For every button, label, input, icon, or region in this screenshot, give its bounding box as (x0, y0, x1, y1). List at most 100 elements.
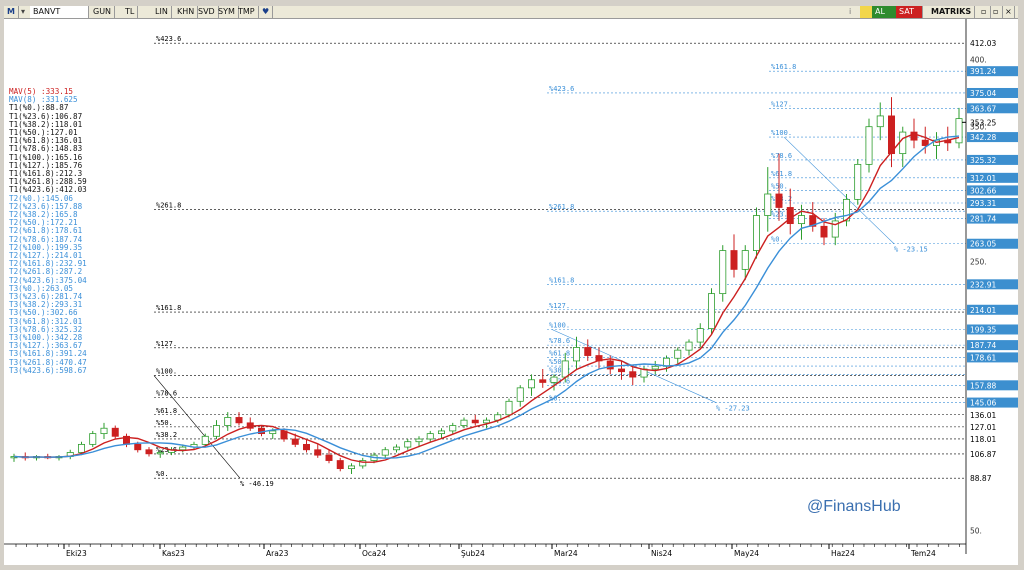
candle-body-30 (348, 465, 355, 470)
candle-body-41 (471, 419, 479, 424)
candle-body-13 (156, 452, 164, 455)
price-label-1: 391.24 (970, 67, 996, 76)
candle-body-76 (865, 126, 873, 165)
x-label-4: Şub24 (461, 549, 485, 558)
candle-body-39 (449, 425, 457, 432)
candle-body-37 (426, 433, 434, 440)
price-label-19: 136.01 (970, 411, 996, 420)
fib-label-T2-8: %161.8 (549, 276, 574, 284)
watermark: @FinansHub (807, 498, 901, 515)
price-label-9: 293.31 (970, 199, 996, 208)
candle-body-68 (775, 193, 783, 208)
x-label-3: Oca24 (362, 549, 386, 558)
fib-label-T3-0: %0. (771, 236, 784, 244)
candle-body-45 (516, 387, 524, 402)
candle-body-61 (696, 328, 704, 343)
price-label-14: 199.35 (970, 325, 996, 334)
candle-body-19 (224, 417, 232, 426)
candle-body-18 (213, 425, 220, 437)
candle-body-26 (303, 443, 310, 451)
price-label-4: 353.25 (970, 118, 996, 127)
candle-body-47 (539, 379, 547, 383)
candle-body-54 (618, 368, 625, 373)
fib-label-T2-5: %78.6 (549, 337, 570, 345)
trend-label-1: % -27.23 (716, 405, 750, 413)
candle-body-63 (719, 250, 727, 295)
candle-body-59 (674, 349, 682, 359)
price-label-18: 145.06 (970, 399, 996, 408)
x-label-8: Haz24 (831, 549, 855, 558)
period-button[interactable]: GUN (90, 6, 116, 18)
symbol-input[interactable]: BANVT (30, 6, 89, 18)
candle-body-25 (291, 438, 299, 445)
price-label-2: 375.04 (970, 89, 996, 98)
fib-label-T3-7: %127. (771, 100, 792, 108)
candle-body-48 (550, 376, 558, 383)
candle-body-28 (325, 454, 333, 461)
linear-button[interactable]: LIN (152, 6, 172, 18)
app-window: M ▾ BANVT GUN TL LIN KHN SVD SYM TMP ♥ i… (0, 0, 1024, 570)
candle-body-15 (179, 446, 187, 451)
candle-body-78 (888, 115, 895, 155)
sell-button[interactable]: SAT (896, 6, 923, 18)
tmp-button[interactable]: TMP (235, 6, 259, 18)
candle-body-7 (89, 433, 97, 445)
buy-button[interactable]: AL (872, 6, 897, 18)
trend-label-2: % -23.15 (894, 246, 928, 254)
price-label-12: 232.91 (970, 280, 996, 289)
candle-body-79 (899, 131, 907, 155)
candle-body-49 (561, 360, 569, 378)
info-icon[interactable]: i (846, 6, 861, 18)
price-label-5: 342.28 (970, 133, 996, 142)
currency-button[interactable]: TL (122, 6, 139, 18)
fib-label-T1-3: %50. (156, 419, 173, 427)
candle-body-42 (483, 419, 490, 424)
candle-body-77 (876, 115, 884, 128)
heart-icon[interactable]: ♥ (259, 6, 274, 18)
candle-body-65 (741, 250, 749, 270)
candle-body-51 (584, 347, 592, 356)
candle-body-62 (708, 293, 715, 330)
candle-body-66 (753, 215, 760, 251)
candle-body-55 (629, 371, 637, 378)
price-label-3: 363.67 (970, 104, 996, 113)
fib-label-T2-10: %423.6 (549, 85, 574, 93)
axis-tick-0: 400. (970, 55, 987, 64)
candle-body-38 (438, 430, 445, 435)
candle-body-60 (685, 341, 693, 351)
candle-body-6 (78, 443, 85, 453)
fib-label-T1-6: %100. (156, 368, 177, 376)
x-label-7: May24 (734, 549, 759, 558)
price-chart[interactable]: %0. %23.6 %38.2 %50. %61.8 %78.6 %100. %127. %16… (4, 19, 1018, 565)
fib-label-T3-4: %61.8 (771, 170, 792, 178)
candle-body-67 (764, 193, 772, 216)
price-label-10: 281.74 (970, 215, 996, 224)
price-label-0: 412.03 (970, 39, 996, 48)
close-icon[interactable]: × (1002, 6, 1015, 18)
axis-tick-2: 250. (970, 257, 987, 266)
chart-toolbar: M ▾ BANVT GUN TL LIN KHN SVD SYM TMP ♥ i… (4, 6, 1018, 19)
fib-label-T1-4: %61.8 (156, 407, 177, 415)
candle-body-81 (921, 139, 929, 146)
candle-body-29 (336, 460, 344, 470)
price-label-15: 187.74 (970, 341, 996, 350)
fib-label-T3-8: %161.8 (771, 63, 796, 71)
x-label-1: Kas23 (162, 549, 185, 558)
candle-body-64 (730, 250, 738, 270)
legend-T3-10: T3(%423.6):598.67 (9, 365, 87, 375)
m-logo-icon[interactable]: M (4, 6, 19, 18)
chart-svg[interactable]: %0.%23.6%38.2%50.%61.8%78.6%100.%127.%16… (4, 19, 1018, 565)
price-label-22: 106.87 (970, 450, 996, 459)
price-label-13: 214.01 (970, 306, 996, 315)
fib-label-T2-9: %261.8 (549, 203, 574, 211)
candle-body-75 (854, 163, 862, 200)
candle-body-70 (798, 215, 805, 225)
candle-body-53 (606, 360, 614, 370)
fib-label-T2-6: %100. (549, 321, 570, 329)
x-label-2: Ara23 (266, 549, 289, 558)
candle-body-35 (404, 441, 412, 448)
fib-label-T1-9: %261.8 (156, 201, 181, 209)
candle-body-84 (955, 118, 963, 144)
fib-label-T1-2: %38.2 (156, 431, 177, 439)
candle-body-11 (134, 443, 142, 451)
